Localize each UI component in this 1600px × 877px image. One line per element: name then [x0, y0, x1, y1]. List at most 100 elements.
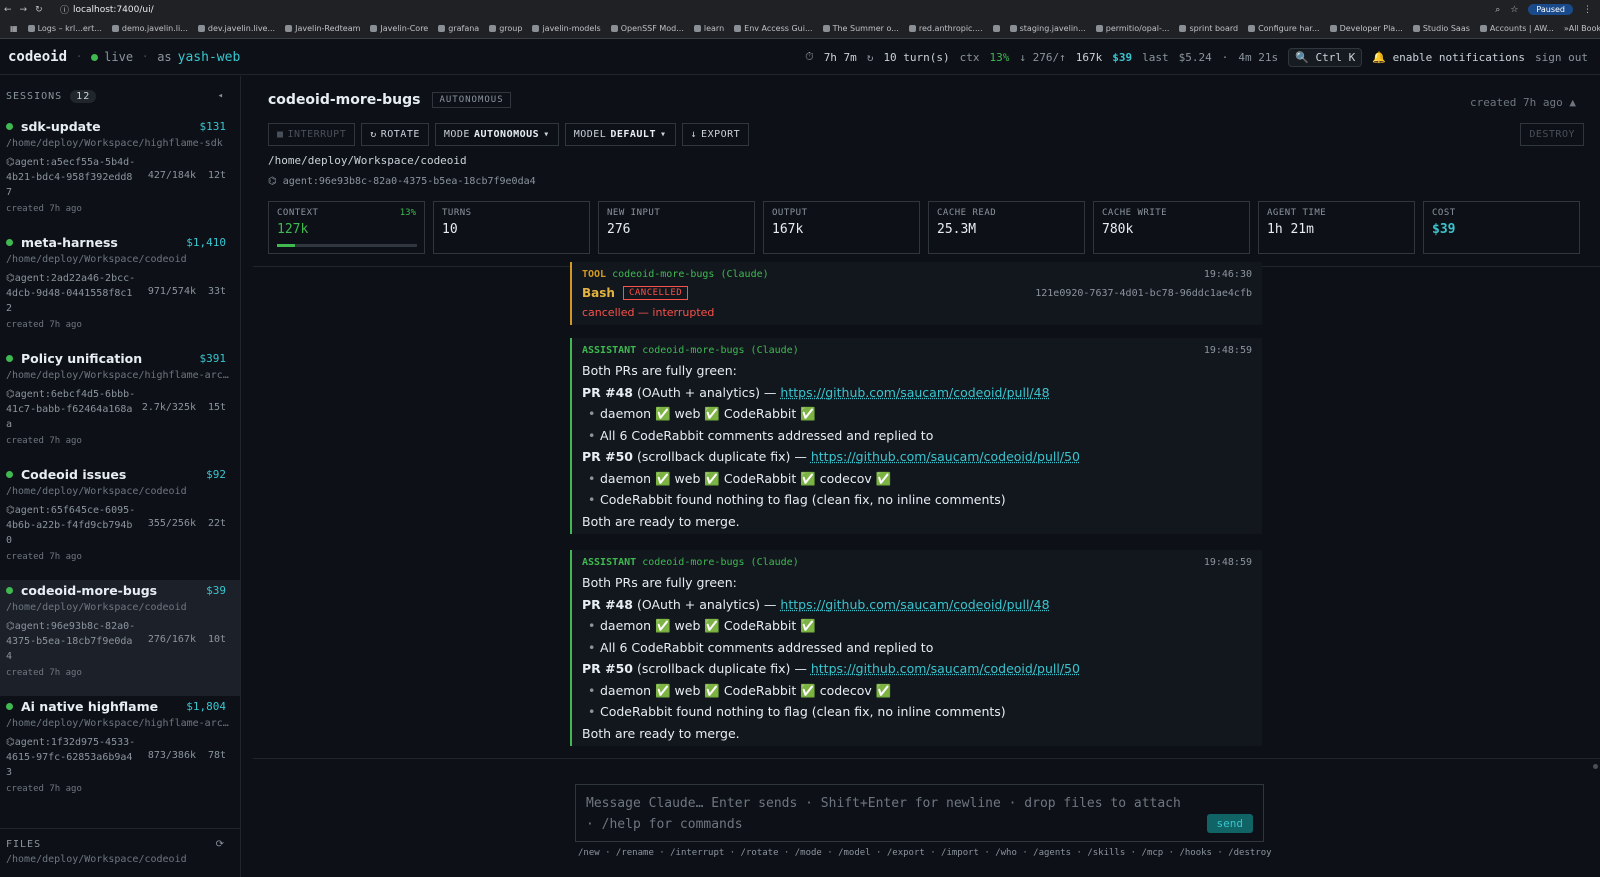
pr-50-link[interactable]: https://github.com/saucam/codeoid/pull/5…	[811, 661, 1080, 676]
bookmark-item[interactable]	[992, 25, 1000, 32]
agent-icon: ⌬	[6, 273, 15, 284]
download-icon: ↓	[690, 129, 698, 140]
interrupt-button[interactable]: ■ INTERRUPT	[268, 123, 356, 146]
chevron-down-icon: ▾	[543, 129, 550, 140]
last-label: last	[1142, 50, 1169, 64]
list-item: daemon ✅ web ✅ CodeRabbit ✅ codecov ✅	[582, 680, 1252, 702]
tool-result: cancelled — interrupted	[582, 306, 715, 319]
address-bar[interactable]: localhost:7400/ui/	[73, 5, 1495, 15]
bookmark-item[interactable]: Javelin-Redteam	[285, 24, 360, 33]
mode-dropdown[interactable]: MODE AUTONOMOUS ▾	[434, 123, 559, 146]
send-button[interactable]: send	[1206, 814, 1253, 833]
bookmark-item[interactable]: demo.javelin.li...	[111, 24, 188, 33]
session-status-dot	[6, 586, 13, 594]
bookmarks-bar: ▦ Logs – krl...ert... demo.javelin.li...…	[0, 19, 1600, 39]
sign-out-link[interactable]: sign out	[1535, 51, 1588, 64]
bookmark-item[interactable]: Env Access Gui...	[734, 24, 813, 33]
session-path: /home/deploy/Workspace/highflame-archite…	[6, 370, 230, 381]
profile-paused-button[interactable]: Paused	[1528, 4, 1573, 15]
clock-icon: ⏱	[805, 50, 814, 63]
bookmark-item[interactable]: staging.javelin...	[1009, 24, 1086, 33]
pr-48-link[interactable]: https://github.com/saucam/codeoid/pull/4…	[780, 385, 1049, 400]
pr-50-link[interactable]: https://github.com/saucam/codeoid/pull/5…	[811, 449, 1080, 464]
stat-label: OUTPUT	[772, 208, 808, 218]
sessions-header: SESSIONS 12 ◂	[0, 76, 240, 116]
bookmark-item[interactable]: learn	[693, 24, 724, 33]
session-item-ai-native-highflame[interactable]: Ai native highflame $1,804 /home/deploy/W…	[0, 696, 240, 812]
message-role: ASSISTANT	[582, 345, 637, 356]
bookmark-item[interactable]: The Summer o...	[822, 24, 899, 33]
stat-label: COST	[1432, 208, 1456, 218]
stat-cache-write: CACHE WRITE 780k	[1093, 201, 1250, 254]
forward-icon[interactable]: →	[20, 5, 28, 15]
notifications-label: enable notifications	[1392, 50, 1526, 64]
header-stats: ⏱ 7h 7m ↻ 10 turn(s) ctx 13% ↓ 276/↑ 167…	[805, 47, 1600, 67]
session-status-dot	[6, 122, 13, 130]
session-agent: agent:a5ecf55a-5b4d-4b21-bdc4-958f392edd…	[6, 157, 136, 198]
bookmark-item[interactable]: sprint board	[1179, 24, 1238, 33]
session-tokens: 355/256k	[147, 518, 196, 529]
bookmark-item[interactable]: javelin-models	[532, 24, 601, 33]
message-author: codeoid-more-bugs (Claude)	[612, 269, 769, 280]
rotate-button[interactable]: ↻ ROTATE	[361, 123, 429, 146]
stat-context: CONTEXT 127k 13%	[268, 201, 425, 254]
session-title: codeoid-more-bugs	[268, 92, 421, 108]
bookmark-item[interactable]: grafana	[438, 24, 479, 33]
bookmark-item[interactable]: group	[489, 24, 522, 33]
reload-icon[interactable]: ↻	[35, 5, 43, 15]
export-button[interactable]: ↓ EXPORT	[681, 123, 750, 146]
bookmark-item[interactable]: OpenSSF Mod...	[610, 24, 684, 33]
bookmark-item[interactable]: Logs – krl...ert...	[27, 24, 102, 33]
collapse-sidebar-icon[interactable]: ◂	[218, 91, 224, 101]
session-main: codeoid-more-bugs AUTONOMOUS created 7h …	[253, 76, 1600, 877]
app-header: codeoid · live · as yash-web ⏱ 7h 7m ↻ 1…	[0, 40, 1600, 75]
bookmark-item[interactable]: Accounts | AW...	[1479, 24, 1554, 33]
message-text: Both PRs are fully green:	[582, 363, 737, 378]
message-time: 19:46:30	[1203, 269, 1252, 280]
session-item-meta-harness[interactable]: meta-harness $1,410 /home/deploy/Workspac…	[0, 232, 240, 348]
bookmark-star-icon[interactable]: ☆	[1510, 5, 1518, 15]
created-label: created 7h ago	[1470, 96, 1563, 109]
bookmark-item[interactable]: Javelin-Core	[370, 24, 428, 33]
agent-icon: ⌬	[6, 621, 15, 632]
destroy-button[interactable]: DESTROY	[1520, 123, 1584, 146]
bookmark-item[interactable]: Configure har...	[1248, 24, 1320, 33]
session-item-sdk-update[interactable]: sdk-update $131 /home/deploy/Workspace/hi…	[0, 116, 240, 232]
agent-id: agent:96e93b8c-82a0-4375-b5ea-18cb7f9e0d…	[282, 176, 536, 187]
bookmark-item[interactable]: Developer Pla...	[1329, 24, 1403, 33]
session-path: /home/deploy/Workspace/codeoid	[6, 602, 187, 613]
bookmark-item[interactable]: permitio/opal-...	[1095, 24, 1169, 33]
site-info-icon[interactable]: ⓘ	[60, 3, 69, 16]
back-icon[interactable]: ←	[4, 5, 12, 15]
zoom-icon[interactable]: ⌕	[1495, 5, 1500, 15]
all-bookmarks-button[interactable]: All Bookmarks	[1569, 24, 1600, 33]
session-tokens: 971/574k	[147, 286, 196, 297]
collapse-header-icon[interactable]: ▲	[1569, 96, 1576, 109]
session-name: Codeoid issues	[21, 466, 127, 482]
stat-value: 780k	[1102, 222, 1134, 237]
refresh-files-icon[interactable]: ⟳	[216, 839, 225, 850]
session-turns: 22t	[207, 518, 226, 529]
enable-notifications-button[interactable]: 🔔 enable notifications	[1372, 51, 1525, 64]
command-palette-button[interactable]: 🔍 Ctrl K	[1288, 47, 1363, 67]
message-input[interactable]: Message Claude… Enter sends · Shift+Ente…	[586, 793, 1196, 835]
pr-description: (scrollback duplicate fix) —	[637, 449, 807, 464]
session-item-codeoid-more-bugs[interactable]: codeoid-more-bugs $39 /home/deploy/Worksp…	[0, 580, 240, 696]
browser-menu-icon[interactable]: ⋮	[1583, 5, 1592, 15]
last-cost: $5.24	[1178, 50, 1212, 64]
model-dropdown[interactable]: MODEL DEFAULT ▾	[564, 123, 676, 146]
bookmark-item[interactable]: dev.javelin.live...	[197, 24, 275, 33]
message-composer[interactable]: Message Claude… Enter sends · Shift+Ente…	[575, 784, 1264, 842]
mode-label: MODE	[443, 129, 470, 140]
pr-48-link[interactable]: https://github.com/saucam/codeoid/pull/4…	[780, 597, 1049, 612]
scrollbar-thumb[interactable]	[1593, 764, 1598, 769]
message-author: codeoid-more-bugs (Claude)	[642, 557, 799, 568]
session-agent-id: ⌬ agent:96e93b8c-82a0-4375-b5ea-18cb7f9e…	[268, 176, 536, 187]
session-created: created 7h ago	[6, 552, 82, 562]
session-item-codeoid-issues[interactable]: Codeoid issues $92 /home/deploy/Workspace…	[0, 464, 240, 580]
session-item-policy-unification[interactable]: Policy unification $391 /home/deploy/Work…	[0, 348, 240, 464]
apps-icon[interactable]: ▦	[10, 24, 18, 33]
stat-agent-time: AGENT TIME 1h 21m	[1258, 201, 1415, 254]
bookmark-item[interactable]: red.anthropic....	[908, 24, 983, 33]
bookmark-item[interactable]: Studio Saas	[1412, 24, 1470, 33]
